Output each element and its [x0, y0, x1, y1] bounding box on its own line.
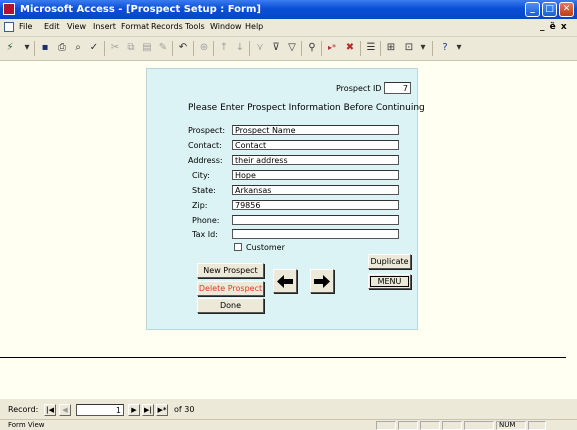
apply-filter-icon[interactable]: ▽	[285, 41, 299, 55]
record-total: of 30	[174, 405, 195, 414]
format-painter-icon[interactable]: ✎	[156, 41, 170, 55]
record-label: Record:	[8, 405, 39, 414]
find-icon[interactable]: ⚲	[305, 41, 319, 55]
sort-ascending-icon[interactable]: ↑	[217, 41, 231, 55]
tax-id-field[interactable]	[232, 229, 399, 239]
done-button[interactable]: Done	[197, 298, 264, 313]
filter-by-form-icon[interactable]: ⊽	[269, 41, 283, 55]
duplicate-button[interactable]: Duplicate	[368, 254, 411, 269]
record-navigator: Record: |◀ ◀ 1 ▶ ▶| ▶* of 30	[0, 401, 577, 418]
copy-icon[interactable]: ⧉	[124, 41, 138, 55]
next-record-button[interactable]	[310, 269, 334, 293]
properties-icon[interactable]: ☰	[364, 41, 378, 55]
menu-file[interactable]: File	[19, 22, 32, 31]
menu-button[interactable]: MENU	[368, 274, 411, 289]
current-record-field[interactable]: 1	[76, 404, 124, 416]
zip-label: Zip:	[192, 201, 208, 210]
spelling-icon[interactable]: ✓	[87, 41, 101, 55]
address-label: Address:	[188, 156, 223, 165]
new-object-dropdown-icon[interactable]: ▾	[416, 41, 430, 55]
view-icon[interactable]: ⚡	[3, 41, 17, 55]
phone-field[interactable]	[232, 215, 399, 225]
cut-icon[interactable]: ✂	[108, 41, 122, 55]
right-arrow-icon	[314, 275, 330, 288]
database-window-icon[interactable]: ⊞	[384, 41, 398, 55]
close-button[interactable]: ✕	[559, 2, 574, 17]
address-field[interactable]: their address	[232, 155, 399, 165]
form-document-icon[interactable]	[4, 22, 14, 32]
prospect-label: Prospect:	[188, 126, 226, 135]
mdi-window-controls[interactable]: _ ȅ x	[540, 22, 568, 32]
left-arrow-icon	[277, 275, 293, 288]
minimize-button[interactable]: _	[525, 2, 540, 17]
prospect-id-label: Prospect ID	[336, 84, 382, 93]
first-record-icon[interactable]: |◀	[44, 404, 56, 416]
contact-field[interactable]: Contact	[232, 140, 399, 150]
new-prospect-button[interactable]: New Prospect	[197, 263, 264, 278]
prospect-field[interactable]: Prospect Name	[232, 125, 399, 135]
contact-label: Contact:	[188, 141, 222, 150]
tax-id-label: Tax Id:	[192, 230, 218, 239]
menu-help[interactable]: Help	[245, 22, 263, 31]
menu-window[interactable]: Window	[210, 22, 242, 31]
sort-descending-icon[interactable]: ↓	[233, 41, 247, 55]
window-title: Microsoft Access - [Prospect Setup : For…	[20, 4, 261, 15]
new-record-nav-icon[interactable]: ▶*	[156, 404, 168, 416]
state-field[interactable]: Arkansas	[232, 185, 399, 195]
menu-format[interactable]: Format	[121, 22, 149, 31]
new-record-icon[interactable]: ▸*	[325, 41, 339, 55]
help-icon[interactable]: ?	[438, 41, 452, 55]
prospect-id-field[interactable]: 7	[384, 82, 411, 94]
menu-insert[interactable]: Insert	[93, 22, 116, 31]
state-label: State:	[192, 186, 216, 195]
new-object-icon[interactable]: ⊡	[402, 41, 416, 55]
paste-icon[interactable]: ▤	[140, 41, 154, 55]
menu-bar: File Edit View Insert Format Records Too…	[0, 19, 577, 37]
print-icon[interactable]: ⎙	[55, 41, 69, 55]
customer-label: Customer	[246, 243, 285, 252]
menu-edit[interactable]: Edit	[44, 22, 60, 31]
form-heading: Please Enter Prospect Information Before…	[188, 103, 425, 113]
city-field[interactable]: Hope	[232, 170, 399, 180]
filter-by-selection-icon[interactable]: ⋎	[253, 41, 267, 55]
menu-view[interactable]: View	[67, 22, 86, 31]
menu-records[interactable]: Records	[151, 22, 183, 31]
insert-hyperlink-icon[interactable]: ⊛	[197, 41, 211, 55]
menu-tools[interactable]: Tools	[185, 22, 205, 31]
zip-field[interactable]: 79856	[232, 200, 399, 210]
title-bar: Microsoft Access - [Prospect Setup : For…	[0, 0, 577, 19]
undo-icon[interactable]: ↶	[176, 41, 190, 55]
access-app-icon[interactable]	[3, 3, 15, 15]
status-text: Form View	[8, 421, 45, 429]
save-icon[interactable]: ▪	[38, 41, 52, 55]
view-dropdown-icon[interactable]: ▾	[20, 41, 34, 55]
phone-label: Phone:	[192, 216, 220, 225]
maximize-button[interactable]: □	[542, 2, 557, 17]
form-footer-divider	[0, 357, 566, 358]
print-preview-icon[interactable]: ⌕	[71, 41, 85, 55]
delete-record-icon[interactable]: ✖	[343, 41, 357, 55]
previous-record-icon[interactable]: ◀	[59, 404, 71, 416]
city-label: City:	[192, 171, 210, 180]
next-record-icon[interactable]: ▶	[128, 404, 140, 416]
previous-record-button[interactable]	[273, 269, 297, 293]
customer-checkbox[interactable]	[234, 243, 242, 251]
delete-prospect-button[interactable]: Delete Prospect	[197, 281, 264, 296]
last-record-icon[interactable]: ▶|	[142, 404, 154, 416]
status-bar: Form View NUM	[0, 419, 577, 430]
toolbar: ⚡ ▾ ▪ ⎙ ⌕ ✓ ✂ ⧉ ▤ ✎ ↶ ⊛ ↑ ↓ ⋎ ⊽ ▽ ⚲ ▸* ✖…	[0, 37, 577, 61]
toolbar-options-icon[interactable]: ▾	[452, 41, 466, 55]
